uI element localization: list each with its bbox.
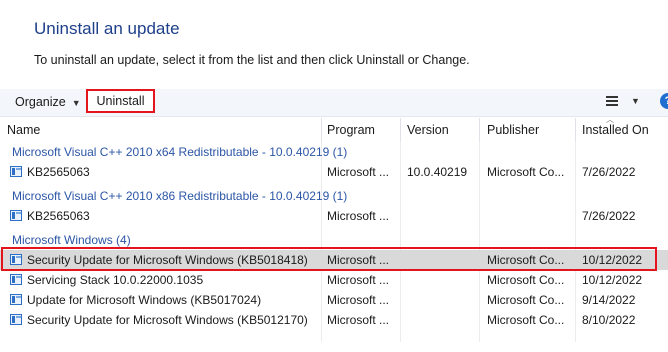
- cell-installed-on: 10/12/2022: [582, 253, 643, 267]
- cell-publisher: Microsoft Co...: [487, 253, 565, 267]
- cell-name: Update for Microsoft Windows (KB5017024): [27, 293, 262, 307]
- cell-installed-on: 7/26/2022: [582, 165, 636, 179]
- cell-version: 10.0.40219: [407, 165, 468, 179]
- table-row-selected[interactable]: Security Update for Microsoft Windows (K…: [0, 250, 668, 270]
- cell-program: Microsoft ...: [327, 253, 390, 267]
- organize-label: Organize: [15, 95, 66, 109]
- update-package-icon: [10, 166, 22, 177]
- chevron-down-icon: ▼: [71, 98, 81, 108]
- table-row[interactable]: Update for Microsoft Windows (KB5017024)…: [0, 290, 668, 310]
- column-header-program[interactable]: Program: [327, 118, 375, 142]
- table-row[interactable]: KB2565063 Microsoft ... 7/26/2022: [0, 206, 668, 226]
- column-divider[interactable]: [479, 118, 480, 142]
- cell-version: [407, 310, 477, 330]
- group-header[interactable]: Microsoft Visual C++ 2010 x86 Redistribu…: [12, 189, 347, 203]
- cell-program: Microsoft ...: [327, 209, 390, 223]
- help-icon[interactable]: ?: [660, 93, 668, 109]
- column-divider[interactable]: [400, 118, 401, 142]
- cell-program: Microsoft ...: [327, 273, 390, 287]
- cell-name: KB2565063: [27, 165, 90, 179]
- column-header-name[interactable]: Name: [7, 118, 40, 142]
- column-divider[interactable]: [321, 118, 322, 142]
- cell-publisher: Microsoft Co...: [487, 313, 565, 327]
- cell-version: [407, 250, 477, 270]
- cell-installed-on: 7/26/2022: [582, 209, 636, 223]
- cell-name: Security Update for Microsoft Windows (K…: [27, 253, 308, 267]
- organize-button[interactable]: Organize ▼: [15, 95, 81, 109]
- update-package-icon: [10, 314, 22, 325]
- table-row[interactable]: KB2565063 Microsoft ... 10.0.40219 Micro…: [0, 162, 668, 182]
- view-dropdown-chevron-icon[interactable]: ▼: [631, 96, 640, 106]
- cell-version: [407, 270, 477, 290]
- group-header[interactable]: Microsoft Windows (4): [12, 233, 131, 247]
- cell-installed-on: 8/10/2022: [582, 313, 636, 327]
- view-options-icon[interactable]: [606, 96, 618, 106]
- column-header-publisher[interactable]: Publisher: [487, 118, 539, 142]
- table-row[interactable]: Servicing Stack 10.0.22000.1035 Microsof…: [0, 270, 668, 290]
- group-header[interactable]: Microsoft Visual C++ 2010 x64 Redistribu…: [12, 145, 347, 159]
- cell-version: [407, 206, 477, 226]
- column-header-installed-on[interactable]: Installed On: [582, 118, 649, 142]
- column-divider[interactable]: [575, 118, 576, 142]
- cell-installed-on: 9/14/2022: [582, 293, 636, 307]
- toolbar: Organize ▼ Uninstall ▼ ?: [0, 89, 668, 117]
- column-header-row: Name Program Version Publisher Installed…: [0, 118, 668, 142]
- cell-publisher: Microsoft Co...: [487, 165, 565, 179]
- column-header-version[interactable]: Version: [407, 118, 449, 142]
- cell-publisher: Microsoft Co...: [487, 293, 565, 307]
- page-subtitle: To uninstall an update, select it from t…: [34, 53, 470, 67]
- update-package-icon: [10, 254, 22, 265]
- update-package-icon: [10, 210, 22, 221]
- cell-name: Security Update for Microsoft Windows (K…: [27, 313, 308, 327]
- cell-name: KB2565063: [27, 209, 90, 223]
- cell-program: Microsoft ...: [327, 165, 390, 179]
- uninstall-button[interactable]: Uninstall: [86, 89, 155, 113]
- cell-publisher: [487, 206, 573, 226]
- cell-version: [407, 290, 477, 310]
- update-package-icon: [10, 274, 22, 285]
- table-row[interactable]: Security Update for Microsoft Windows (K…: [0, 310, 668, 330]
- page-title: Uninstall an update: [34, 19, 180, 38]
- cell-program: Microsoft ...: [327, 313, 390, 327]
- cell-name: Servicing Stack 10.0.22000.1035: [27, 273, 204, 287]
- update-package-icon: [10, 294, 22, 305]
- cell-installed-on: 10/12/2022: [582, 273, 643, 287]
- cell-publisher: Microsoft Co...: [487, 273, 565, 287]
- cell-program: Microsoft ...: [327, 293, 390, 307]
